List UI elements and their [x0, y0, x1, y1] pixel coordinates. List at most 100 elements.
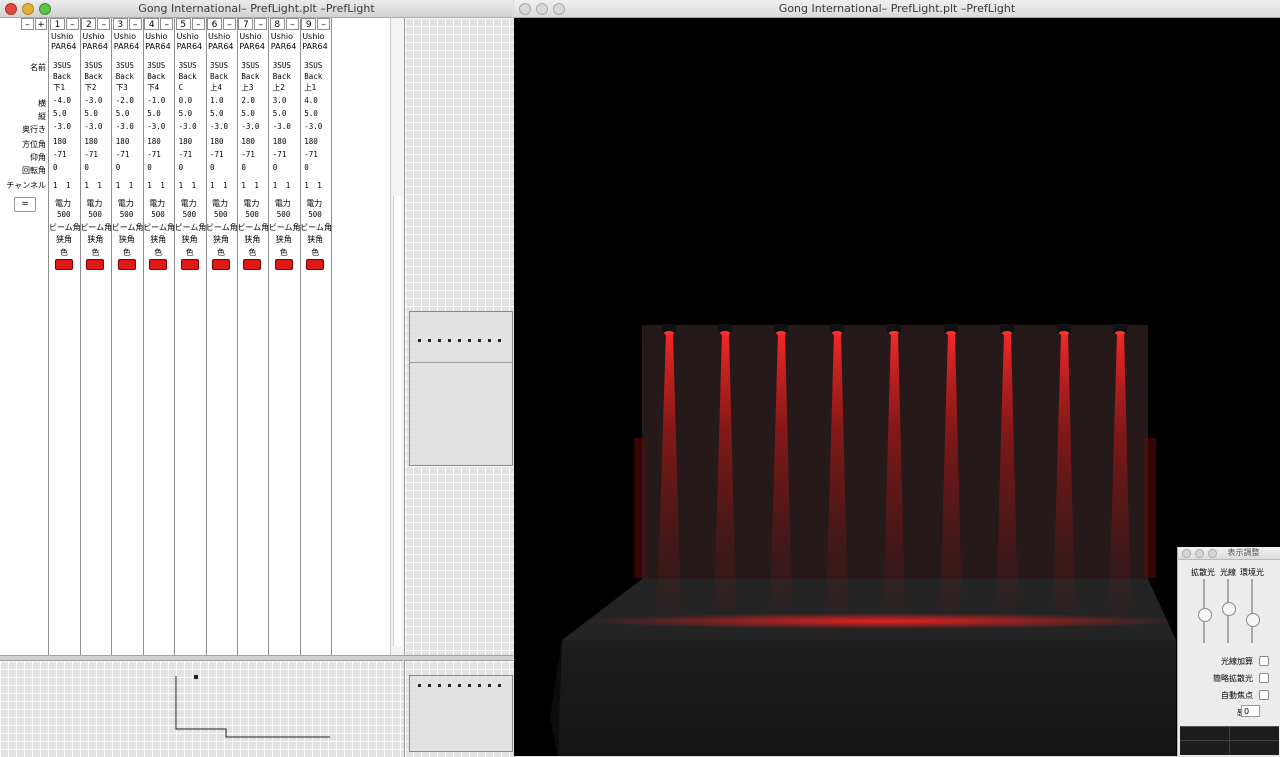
fixture-name2-field[interactable]: Back — [176, 71, 204, 82]
fixture-channel-field[interactable]: 1 — [302, 180, 315, 191]
fixture-name2-field[interactable]: Back — [145, 71, 173, 82]
fixture-channel-sub-field[interactable]: 1 — [283, 180, 296, 191]
fixture-name3-field[interactable]: 上1 — [302, 82, 330, 93]
fixture-name3-field[interactable]: 下4 — [145, 82, 173, 93]
fixture-name2-field[interactable]: Back — [113, 71, 141, 82]
fixture-name3-field[interactable]: 上4 — [208, 82, 235, 93]
ambient-slider-track[interactable] — [1246, 579, 1260, 643]
fixture-rotation-field[interactable]: 0 — [51, 162, 78, 173]
fixture-rotation-field[interactable]: 0 — [145, 162, 173, 173]
zoom-icon[interactable] — [1208, 549, 1217, 558]
fixture-z-field[interactable]: -3.0 — [239, 121, 267, 132]
fixture-beam-field[interactable]: 狭角 — [119, 235, 135, 245]
fixture-channel-sub-field[interactable]: 1 — [252, 180, 265, 191]
fixture-elevation-field[interactable]: -71 — [113, 149, 141, 160]
fixture-name2-field[interactable]: Back — [208, 71, 235, 82]
fixture-power-field[interactable]: 500 — [306, 209, 329, 220]
remove-fixture-button[interactable]: – — [66, 18, 79, 30]
fixture-elevation-field[interactable]: -71 — [270, 149, 298, 160]
fixture-name1-field[interactable]: 3SUS — [145, 60, 173, 71]
fixture-x-field[interactable]: -2.0 — [113, 95, 141, 106]
fixture-name3-field[interactable]: C — [176, 82, 204, 93]
fixture-rotation-field[interactable]: 0 — [113, 162, 141, 173]
fixture-power-field[interactable]: 500 — [274, 209, 297, 220]
fixture-z-field[interactable]: -3.0 — [82, 121, 110, 132]
add-fixture-button[interactable]: + — [35, 18, 47, 30]
fixture-rotation-field[interactable]: 0 — [302, 162, 330, 173]
fixture-number[interactable]: 9 — [301, 18, 317, 30]
auto-focus-checkbox[interactable] — [1259, 690, 1269, 700]
fixture-channel-field[interactable]: 1 — [113, 180, 126, 191]
fixture-color-button[interactable] — [180, 259, 199, 270]
fixture-name3-field[interactable]: 下3 — [113, 82, 141, 93]
fixture-azimuth-field[interactable]: 180 — [176, 136, 204, 147]
fixture-name3-field[interactable]: 下2 — [82, 82, 110, 93]
fixture-y-field[interactable]: 5.0 — [82, 108, 110, 119]
front-mini-view[interactable] — [404, 660, 514, 757]
sensitivity-input[interactable]: 0 — [1241, 705, 1260, 717]
fixture-z-field[interactable]: -3.0 — [302, 121, 330, 132]
equalize-button[interactable]: = — [14, 197, 36, 212]
fixture-beam-field[interactable]: 狭角 — [276, 235, 292, 245]
fixture-channel-sub-field[interactable]: 1 — [158, 180, 171, 191]
fixture-name3-field[interactable]: 上2 — [270, 82, 298, 93]
fixture-channel-sub-field[interactable]: 1 — [64, 180, 76, 191]
fixture-color-button[interactable] — [86, 259, 105, 270]
fixture-z-field[interactable]: -3.0 — [113, 121, 141, 132]
fixture-x-field[interactable]: -4.0 — [51, 95, 78, 106]
remove-fixture-button[interactable]: – — [254, 18, 268, 30]
fixture-y-field[interactable]: 5.0 — [145, 108, 173, 119]
stage-render[interactable] — [514, 18, 1280, 756]
fixture-azimuth-field[interactable]: 180 — [302, 136, 330, 147]
zoom-icon[interactable] — [553, 3, 565, 15]
top-plan-view[interactable] — [409, 311, 513, 466]
fixture-azimuth-field[interactable]: 180 — [51, 136, 78, 147]
beam-slider-track[interactable] — [1222, 579, 1236, 643]
close-icon[interactable] — [5, 3, 17, 15]
remove-fixture-button[interactable]: – — [191, 18, 205, 30]
fixture-name1-field[interactable]: 3SUS — [176, 60, 204, 71]
fixture-azimuth-field[interactable]: 180 — [208, 136, 235, 147]
fixture-y-field[interactable]: 5.0 — [302, 108, 330, 119]
fixture-y-field[interactable]: 5.0 — [239, 108, 267, 119]
fixture-elevation-field[interactable]: -71 — [176, 149, 204, 160]
fixture-x-field[interactable]: 2.0 — [239, 95, 267, 106]
remove-fixture-button[interactable]: – — [317, 18, 331, 30]
fixture-channel-field[interactable]: 1 — [145, 180, 158, 191]
fixture-name1-field[interactable]: 3SUS — [208, 60, 235, 71]
fixture-azimuth-field[interactable]: 180 — [270, 136, 298, 147]
fixture-azimuth-field[interactable]: 180 — [82, 136, 110, 147]
fixture-number[interactable]: 7 — [238, 18, 254, 30]
minimize-icon[interactable] — [536, 3, 548, 15]
fixture-channel-sub-field[interactable]: 1 — [95, 180, 108, 191]
remove-fixture-button[interactable]: – — [97, 18, 111, 30]
fixture-power-field[interactable]: 500 — [212, 209, 234, 220]
fixture-name2-field[interactable]: Back — [82, 71, 110, 82]
fixture-number[interactable]: 6 — [207, 18, 222, 30]
remove-fixture-button[interactable]: – — [160, 18, 174, 30]
diffuse-slider-track[interactable] — [1198, 579, 1212, 643]
fixture-rotation-field[interactable]: 0 — [176, 162, 204, 173]
fixture-number[interactable]: 2 — [81, 18, 97, 30]
fixture-rotation-field[interactable]: 0 — [239, 162, 267, 173]
fixture-color-button[interactable] — [149, 259, 168, 270]
fixture-color-button[interactable] — [306, 259, 325, 270]
close-icon[interactable] — [1182, 549, 1191, 558]
fixture-power-field[interactable]: 500 — [117, 209, 140, 220]
fixture-elevation-field[interactable]: -71 — [82, 149, 110, 160]
fixture-z-field[interactable]: -3.0 — [145, 121, 173, 132]
fixture-y-field[interactable]: 5.0 — [113, 108, 141, 119]
plan-grid-view[interactable] — [404, 18, 514, 655]
minimize-icon[interactable] — [1195, 549, 1204, 558]
fixture-power-field[interactable]: 500 — [149, 209, 172, 220]
fixture-name2-field[interactable]: Back — [51, 71, 78, 82]
fixture-z-field[interactable]: -3.0 — [176, 121, 204, 132]
fixture-name1-field[interactable]: 3SUS — [270, 60, 298, 71]
zoom-icon[interactable] — [39, 3, 51, 15]
simple-diffuse-checkbox[interactable] — [1259, 673, 1269, 683]
front-view-frame[interactable] — [409, 675, 513, 752]
fixture-beam-field[interactable]: 狭角 — [182, 235, 198, 245]
fixture-number[interactable]: 5 — [175, 18, 191, 30]
fixture-name3-field[interactable]: 下1 — [51, 82, 78, 93]
fixture-channel-sub-field[interactable]: 1 — [221, 180, 233, 191]
